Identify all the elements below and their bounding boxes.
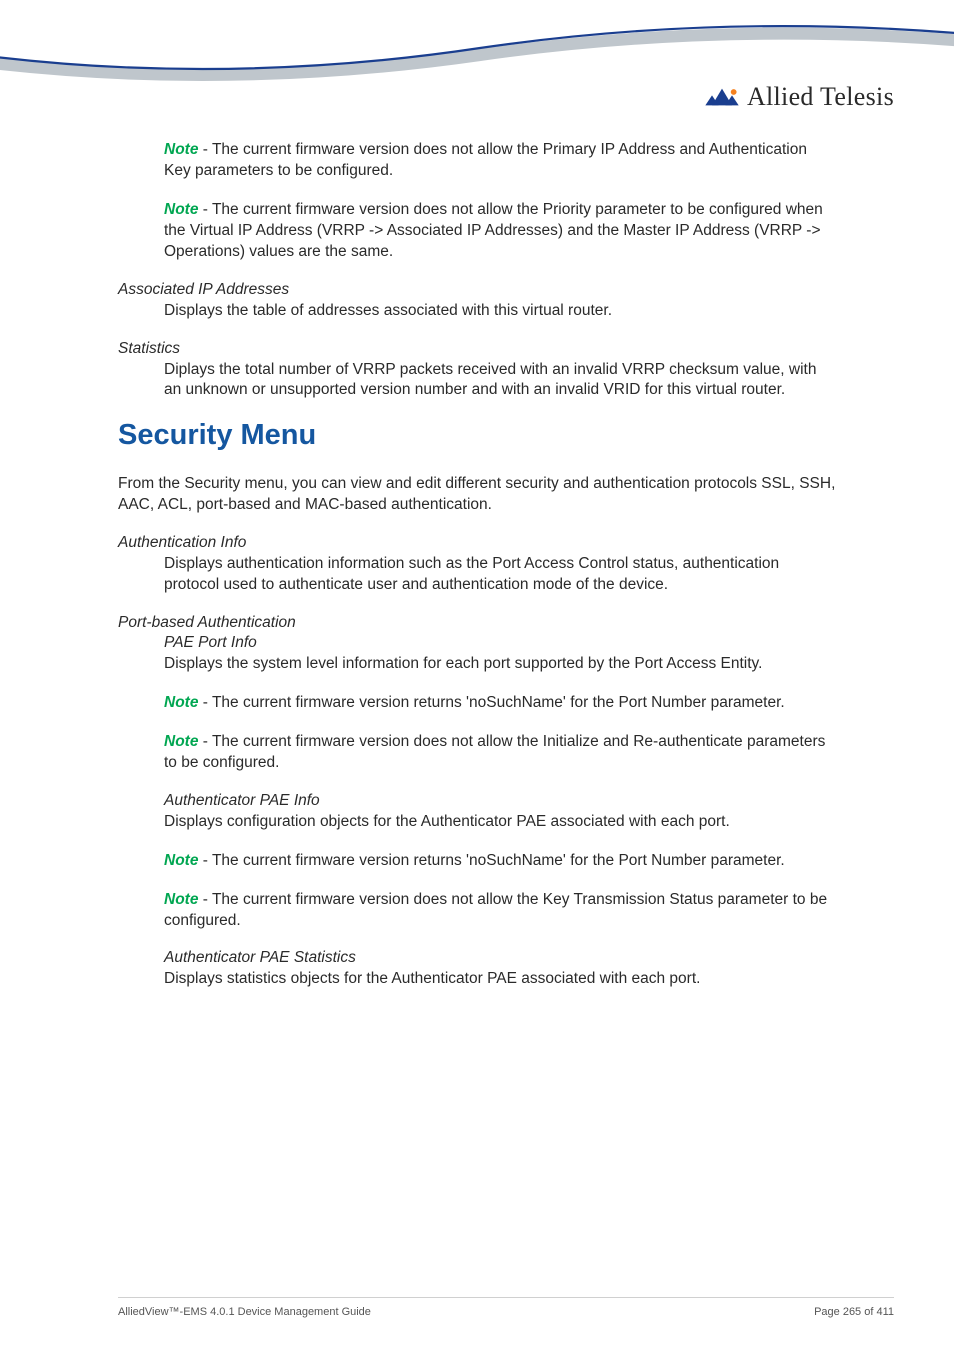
section-heading: Port-based Authentication <box>118 614 836 632</box>
security-intro: From the Security menu, you can view and… <box>118 474 836 516</box>
section-heading: Associated IP Addresses <box>118 281 836 299</box>
note-block: Note - The current firmware version does… <box>164 890 836 932</box>
note-block: Note - The current firmware version does… <box>164 200 836 263</box>
note-text: - The current firmware version does not … <box>164 733 825 771</box>
note-label: Note <box>164 201 198 218</box>
page-content: Note - The current firmware version does… <box>0 140 954 990</box>
brand-logo: Allied Telesis <box>705 82 894 112</box>
note-label: Note <box>164 694 198 711</box>
note-text: - The current firmware version returns '… <box>198 694 784 711</box>
note-label: Note <box>164 891 198 908</box>
note-block: Note - The current firmware version retu… <box>164 851 836 872</box>
section-heading: Authentication Info <box>118 534 836 552</box>
footer-right: Page 265 of 411 <box>814 1306 894 1318</box>
section-body: Displays the table of addresses associat… <box>164 301 836 322</box>
sub-heading: PAE Port Info <box>164 634 836 652</box>
logo-icon <box>705 87 739 107</box>
sub-body: Displays configuration objects for the A… <box>164 812 836 833</box>
note-text: - The current firmware version does not … <box>164 201 823 260</box>
note-label: Note <box>164 141 198 158</box>
note-label: Note <box>164 733 198 750</box>
note-block: Note - The current firmware version retu… <box>164 693 836 714</box>
note-label: Note <box>164 852 198 869</box>
note-block: Note - The current firmware version does… <box>164 140 836 182</box>
sub-body: Displays statistics objects for the Auth… <box>164 969 836 990</box>
page-footer: AlliedView™-EMS 4.0.1 Device Management … <box>118 1297 894 1318</box>
sub-body: Displays the system level information fo… <box>164 654 836 675</box>
logo-text: Allied Telesis <box>747 82 894 112</box>
footer-left: AlliedView™-EMS 4.0.1 Device Management … <box>118 1306 371 1318</box>
sub-heading: Authenticator PAE Info <box>164 792 836 810</box>
section-heading: Statistics <box>118 340 836 358</box>
note-text: - The current firmware version returns '… <box>198 852 784 869</box>
heading-security-menu: Security Menu <box>118 419 836 452</box>
section-body: Displays authentication information such… <box>164 554 836 596</box>
section-body: Diplays the total number of VRRP packets… <box>164 360 836 402</box>
sub-heading: Authenticator PAE Statistics <box>164 949 836 967</box>
note-block: Note - The current firmware version does… <box>164 732 836 774</box>
note-text: - The current firmware version does not … <box>164 141 807 179</box>
page-header: Allied Telesis <box>0 0 954 140</box>
note-text: - The current firmware version does not … <box>164 891 827 929</box>
